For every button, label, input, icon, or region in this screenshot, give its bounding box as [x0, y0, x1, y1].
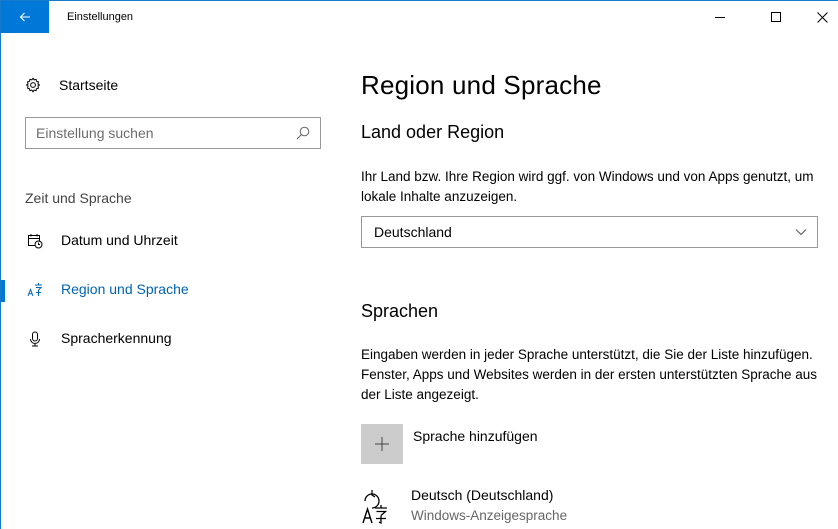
sidebar-section-label: Zeit und Sprache — [25, 190, 132, 206]
minimize-button[interactable] — [697, 1, 743, 33]
close-button[interactable] — [799, 1, 838, 33]
country-description: Ihr Land bzw. Ihre Region wird ggf. von … — [361, 169, 814, 204]
plus-icon — [375, 437, 389, 451]
sidebar-item-label: Datum und Uhrzeit — [61, 232, 178, 248]
sidebar-item-speech[interactable]: Spracherkennung — [1, 321, 331, 357]
maximize-button[interactable] — [753, 1, 799, 33]
home-label: Startseite — [59, 77, 119, 93]
languages-heading: Sprachen — [361, 301, 439, 321]
country-dropdown[interactable]: Deutschland — [361, 216, 818, 248]
add-language-tile[interactable] — [361, 424, 403, 464]
back-button[interactable] — [1, 1, 49, 33]
sidebar-item-date-time[interactable]: Datum und Uhrzeit — [1, 223, 331, 259]
language-subtitle: Windows-Anzeigesprache — [411, 508, 568, 523]
home-link[interactable]: Startseite — [25, 73, 118, 97]
close-icon — [816, 11, 828, 23]
chevron-down-icon — [795, 229, 807, 236]
minimize-icon — [715, 16, 725, 18]
maximize-icon — [771, 12, 781, 22]
title-bar: Einstellungen — [1, 1, 838, 33]
language-display-icon — [362, 490, 388, 525]
add-language-label: Sprache hinzufügen — [413, 428, 538, 444]
search-box[interactable] — [25, 117, 321, 149]
languages-description: Eingaben werden in jeder Sprache unterst… — [361, 347, 818, 402]
add-language-button[interactable]: Sprache hinzufügen — [361, 424, 538, 464]
country-dropdown-value: Deutschland — [374, 224, 452, 240]
calendar-clock-icon — [27, 233, 43, 249]
settings-window: Einstellungen Startseite Zeit und S — [0, 0, 838, 529]
back-arrow-icon — [19, 12, 30, 22]
language-list-item[interactable]: Deutsch (Deutschland) Windows-Anzeigespr… — [361, 485, 661, 529]
search-input[interactable] — [36, 118, 286, 148]
page-title: Region und Sprache — [361, 70, 602, 100]
window-title: Einstellungen — [67, 11, 134, 23]
language-name: Deutsch (Deutschland) — [411, 487, 554, 503]
language-region-icon — [27, 282, 43, 298]
search-icon[interactable] — [296, 126, 310, 140]
active-indicator — [1, 280, 5, 302]
sidebar-item-label: Region und Sprache — [61, 281, 189, 297]
gear-icon — [25, 77, 41, 93]
microphone-icon — [27, 331, 43, 347]
country-heading: Land oder Region — [361, 122, 505, 142]
sidebar-item-region-language[interactable]: Region und Sprache — [1, 272, 331, 308]
sidebar-item-label: Spracherkennung — [61, 330, 172, 346]
